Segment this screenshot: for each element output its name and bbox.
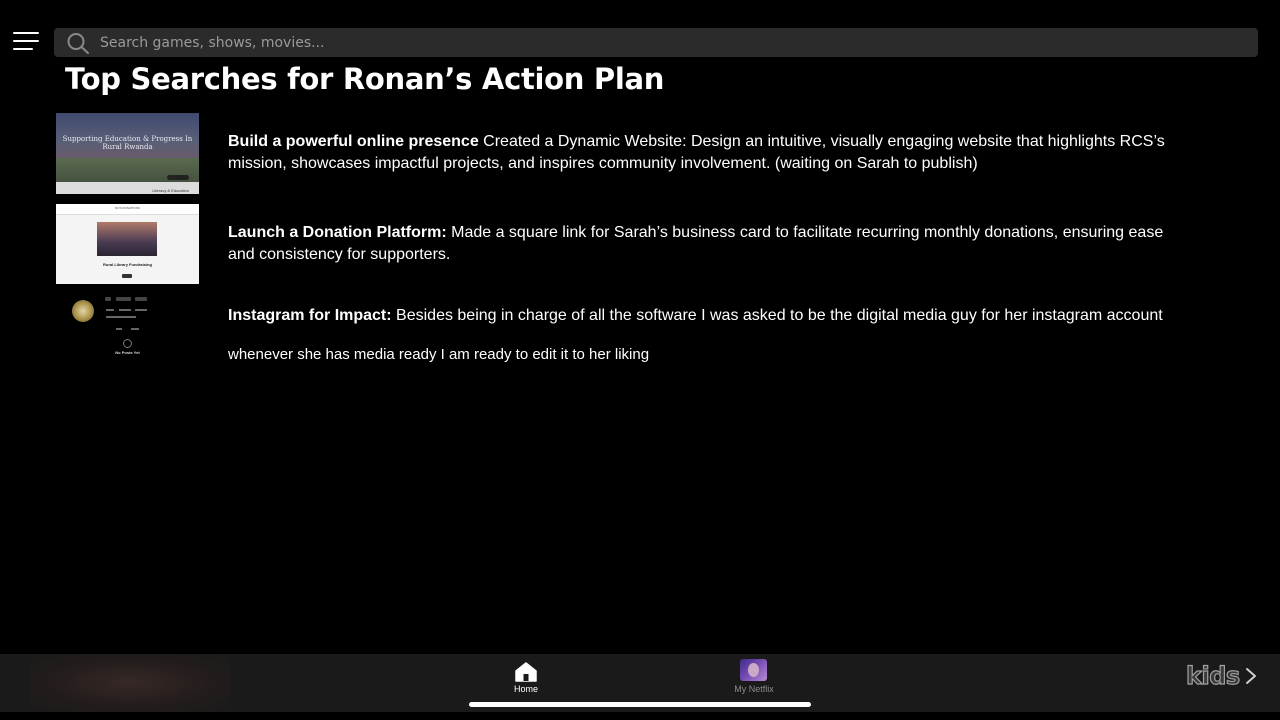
row-heading: Build a powerful online presence — [228, 133, 479, 150]
home-indicator — [469, 702, 811, 707]
row-description: Launch a Donation Platform: Made a squar… — [228, 222, 1188, 266]
avatar-face — [748, 663, 759, 677]
row-body: Besides being in charge of all the softw… — [391, 307, 1163, 324]
thumbnail-no-posts: No Posts Yet — [115, 350, 140, 355]
menu-line — [13, 40, 39, 42]
search-icon — [67, 33, 89, 54]
thumbnail-header: RCS DONATIONS — [56, 204, 199, 215]
thumbnail-caption: Supporting Education & Progress In Rural… — [62, 135, 193, 151]
nav-home[interactable]: Home — [491, 658, 561, 694]
thumbnail-line — [119, 309, 131, 311]
search-input[interactable] — [100, 28, 1240, 57]
page: Top Searches for Ronan’s Action Plan Sup… — [0, 0, 1280, 720]
nav-home-label: Home — [513, 684, 538, 694]
menu-line — [13, 32, 39, 34]
profile-avatar — [740, 659, 767, 681]
row-heading: Launch a Donation Platform: — [228, 224, 447, 241]
thumbnail-line — [135, 309, 147, 311]
search-bar[interactable] — [54, 28, 1258, 57]
home-icon — [515, 662, 537, 682]
chevron-right-icon — [1246, 668, 1256, 684]
row-description-line2: whenever she has media ready I am ready … — [228, 346, 650, 363]
list-item[interactable]: Supporting Education & Progress In Rural… — [56, 113, 1196, 195]
thumbnail-photo — [97, 222, 157, 256]
thumbnail-line — [106, 316, 136, 318]
kids-logo: kids — [1185, 661, 1240, 690]
thumbnail-pill — [116, 297, 131, 301]
thumbnail-line — [131, 328, 139, 330]
row-heading: Instagram for Impact: — [228, 307, 392, 324]
thumbnail-pill — [135, 297, 147, 301]
thumbnail-button — [122, 274, 132, 278]
background-blur — [30, 654, 230, 712]
menu-button[interactable] — [13, 30, 41, 54]
thumbnail-title: Rural Library Fundraising — [103, 262, 152, 267]
thumbnail-strip: Literacy & Education — [56, 182, 199, 194]
thumbnail-strip-label: Literacy & Education — [152, 188, 189, 193]
instagram-avatar — [72, 300, 94, 322]
thumbnail-line — [106, 309, 114, 311]
thumbnail-line — [116, 328, 122, 330]
thumbnail-dots — [167, 175, 189, 180]
website-thumbnail[interactable]: Supporting Education & Progress In Rural… — [56, 113, 199, 194]
camera-icon — [123, 339, 132, 348]
thumbnail-pill — [105, 297, 111, 301]
menu-line — [13, 48, 33, 50]
thumbnail-header-label: RCS DONATIONS — [115, 206, 140, 210]
row-description: Instagram for Impact: Besides being in c… — [228, 305, 1188, 327]
donation-page-thumbnail[interactable]: RCS DONATIONS Rural Library Fundraising — [56, 204, 199, 284]
instagram-thumbnail[interactable]: No Posts Yet — [56, 294, 199, 364]
list-item[interactable]: No Posts Yet Instagram for Impact: Besid… — [56, 294, 1196, 370]
nav-my-netflix-label: My Netflix — [734, 684, 774, 694]
list-item[interactable]: RCS DONATIONS Rural Library Fundraising … — [56, 204, 1196, 284]
page-title: Top Searches for Ronan’s Action Plan — [65, 62, 665, 96]
nav-my-netflix[interactable]: My Netflix — [719, 658, 789, 694]
row-description: Build a powerful online presence Created… — [228, 131, 1188, 175]
